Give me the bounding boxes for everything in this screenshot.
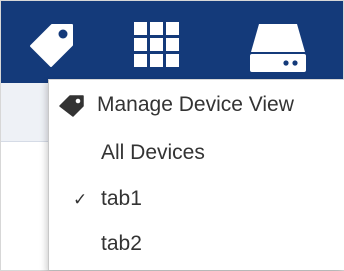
menu-item-label: tab1 [101, 187, 142, 210]
menu-item-manage-device-view[interactable]: Manage Device View [49, 85, 344, 125]
grid-icon[interactable] [130, 18, 182, 70]
menu-item-all-devices[interactable]: All Devices [49, 133, 344, 173]
menu-item-label: Manage Device View [97, 93, 294, 116]
tag-icon [59, 95, 84, 117]
device-view-menu: Manage Device View All Devices ✓ tab1 ta… [48, 79, 344, 270]
tag-icon[interactable] [24, 18, 80, 74]
checkmark-icon: ✓ [73, 189, 88, 209]
storage-icon[interactable] [245, 18, 311, 74]
menu-item-tab1[interactable]: ✓ tab1 [49, 179, 344, 219]
menu-item-label: tab2 [101, 232, 142, 255]
menu-item-label: All Devices [101, 141, 205, 164]
menu-item-tab2[interactable]: tab2 [49, 224, 344, 264]
